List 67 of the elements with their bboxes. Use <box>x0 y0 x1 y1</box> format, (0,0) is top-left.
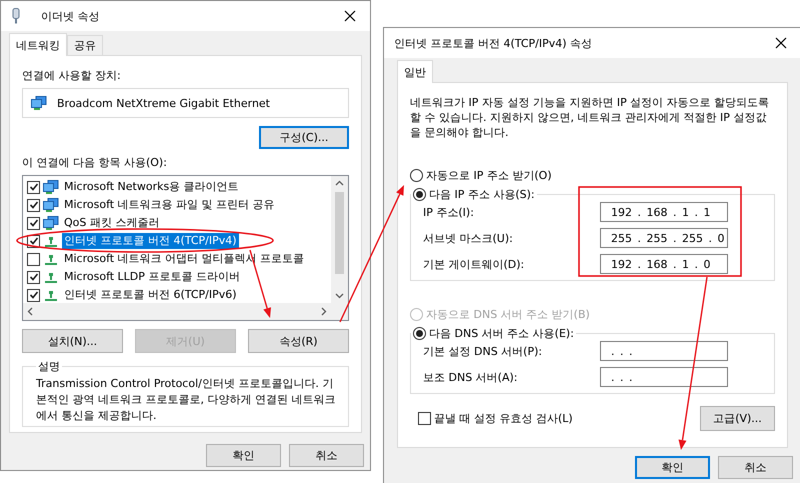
network-protocol-icon <box>43 288 59 302</box>
ip-address-field[interactable]: . . . <box>600 367 728 387</box>
radio-circle[interactable] <box>413 327 426 340</box>
chevron-down-icon[interactable] <box>335 293 344 299</box>
tab[interactable]: 공유 <box>67 35 103 55</box>
list-item[interactable]: 인터넷 프로토콜 버전 4(TCP/IPv4) <box>62 233 239 249</box>
device-name: Broadcom NetXtreme Gigabit Ethernet <box>57 96 270 110</box>
field-label: 기본 설정 DNS 서버(P): <box>423 344 544 358</box>
field-label: IP 주소(I): <box>423 204 475 220</box>
list-item[interactable]: Microsoft 네트워크용 파일 및 프린터 공유 <box>62 197 277 213</box>
network-protocol-icon <box>43 234 59 248</box>
ethernet-plug-icon <box>11 8 21 24</box>
close-icon[interactable] <box>775 37 787 49</box>
network-protocol-icon <box>43 270 59 284</box>
advanced-button[interactable]: 고급(V)... <box>700 406 775 431</box>
scroll-thumb[interactable] <box>335 192 344 274</box>
group-title: 설명 <box>38 360 60 373</box>
list-item[interactable]: 인터넷 프로토콜 버전 6(TCP/IPv6) <box>62 287 239 303</box>
vertical-scrollbar[interactable] <box>331 176 348 303</box>
horizontal-scrollbar[interactable] <box>23 303 331 320</box>
dialog-button[interactable]: 확인 <box>635 456 710 479</box>
section-label: 이 연결에 다음 항목 사용(O): <box>22 155 168 170</box>
chevron-right-icon[interactable] <box>321 307 327 316</box>
radio-option[interactable]: 다음 DNS 서버 주소 사용(E): <box>413 326 574 341</box>
description-text: Transmission Control Protocol/인터넷 프로토콜입니다. 기본적인 광역 네트워크 프로토콜로, 다양하게 연결된 네트워크에서 통신을 제공합니다. <box>36 376 336 424</box>
radio-option[interactable]: 자동으로 IP 주소 받기(O) <box>410 168 552 183</box>
tab[interactable]: 일반 <box>397 60 433 83</box>
window-title: 인터넷 프로토콜 버전 4(TCP/IPv4) 속성 <box>394 36 594 50</box>
chevron-left-icon[interactable] <box>27 307 33 316</box>
field-label: 서브넷 마스크(U): <box>423 230 514 246</box>
radio-option[interactable]: 다음 IP 주소 사용(S): <box>413 187 535 202</box>
ip-address-field[interactable]: 255 . 255 . 255 . 0 <box>600 228 728 248</box>
checkbox[interactable] <box>27 270 40 284</box>
item-button[interactable]: 속성(R) <box>248 329 349 353</box>
section-label: 연결에 사용할 장치: <box>22 68 122 83</box>
window-title: 이더넷 속성 <box>41 8 100 24</box>
dialog-button[interactable]: 취소 <box>289 444 364 467</box>
item-button[interactable]: 설치(N)... <box>22 329 123 353</box>
field-label: 기본 게이트웨이(D): <box>423 256 526 272</box>
network-client-icon <box>43 216 59 230</box>
ip-address-field[interactable]: 192 . 168 . 1 . 0 <box>600 254 728 274</box>
ip-address-field[interactable]: 192 . 168 . 1 . 1 <box>600 202 728 222</box>
ip-address-field[interactable]: . . . <box>600 341 728 361</box>
checkbox[interactable] <box>27 180 40 194</box>
checkbox[interactable] <box>27 216 40 230</box>
chevron-up-icon[interactable] <box>335 180 344 186</box>
network-adapter-icon <box>31 96 47 110</box>
dialog-button[interactable]: 확인 <box>206 444 281 467</box>
list-item[interactable]: Microsoft Networks용 클라이언트 <box>62 179 241 195</box>
checkbox[interactable] <box>27 252 40 266</box>
dialog-button[interactable]: 취소 <box>718 456 793 479</box>
network-protocol-icon <box>43 252 59 266</box>
instruction-text: 네트워크가 IP 자동 설정 기능을 지원하면 IP 설정이 자동으로 할당되도록 할 수 있습니다. 지원하지 않으면, 네트워크 관리자에게 적절한 IP 설정값을 문의해야 합니다. <box>410 95 770 140</box>
configure-button[interactable]: 구성(C)... <box>259 126 349 149</box>
close-icon[interactable] <box>344 10 356 22</box>
network-client-icon <box>43 198 59 212</box>
checkbox[interactable] <box>27 198 40 212</box>
checkbox[interactable] <box>418 412 431 425</box>
checkbox[interactable] <box>27 288 40 302</box>
field-label: 보조 DNS 서버(A): <box>423 370 518 384</box>
tab[interactable]: 네트워킹 <box>9 33 67 56</box>
network-client-icon <box>43 180 59 194</box>
list-item[interactable]: Microsoft LLDP 프로토콜 드라이버 <box>62 269 242 285</box>
checkbox-option[interactable]: 끝낼 때 설정 유효성 검사(L) <box>418 411 573 426</box>
radio-circle[interactable] <box>413 188 426 201</box>
list-item[interactable]: QoS 패킷 스케줄러 <box>62 215 162 231</box>
radio-circle[interactable] <box>410 169 423 182</box>
